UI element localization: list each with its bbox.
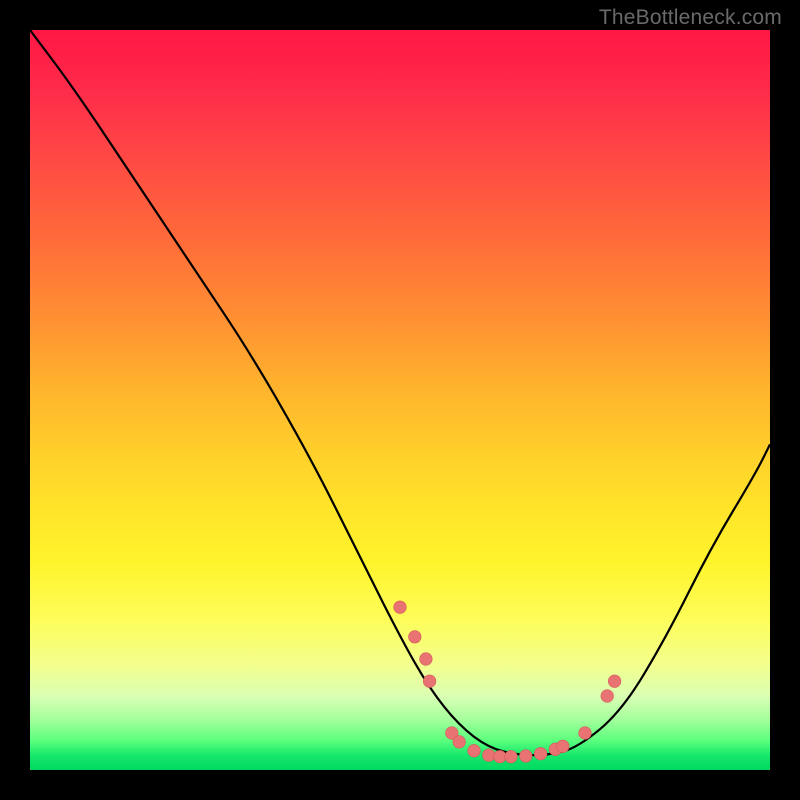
curve-marker: [520, 750, 533, 763]
chart-svg: [30, 30, 770, 770]
curve-marker: [505, 750, 518, 763]
curve-marker: [420, 653, 433, 666]
curve-marker: [394, 601, 407, 614]
watermark-text: TheBottleneck.com: [599, 6, 782, 30]
curve-marker: [601, 690, 614, 703]
curve-marker: [557, 740, 570, 753]
curve-markers: [394, 601, 621, 763]
curve-marker: [453, 736, 466, 749]
curve-marker: [483, 749, 496, 762]
curve-marker: [579, 727, 592, 740]
curve-marker: [608, 675, 621, 688]
plot-area: [30, 30, 770, 770]
curve-marker: [494, 750, 507, 763]
curve-marker: [409, 631, 422, 644]
curve-marker: [423, 675, 436, 688]
bottleneck-curve: [30, 30, 770, 755]
curve-marker: [468, 744, 481, 757]
curve-marker: [534, 747, 547, 760]
